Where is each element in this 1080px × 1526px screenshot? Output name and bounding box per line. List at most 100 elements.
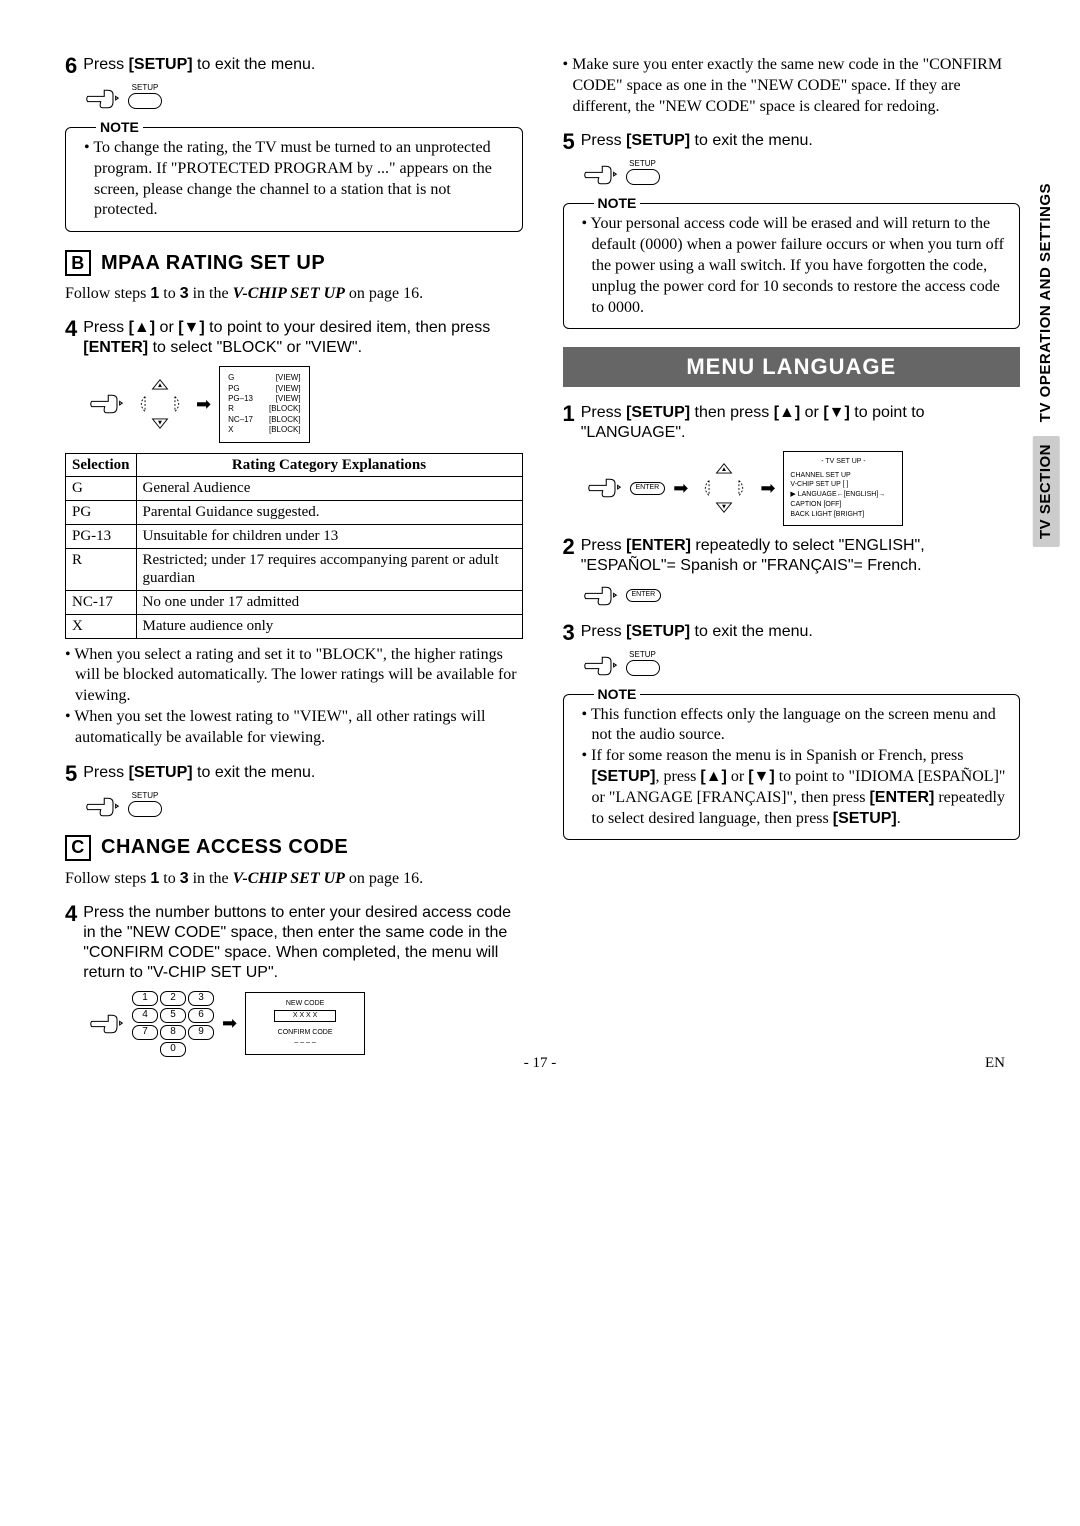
osd-line: CAPTION [OFF]: [790, 500, 896, 510]
note-label: NOTE: [594, 686, 641, 704]
hand-icon: [583, 161, 618, 189]
hand-icon: [587, 474, 622, 502]
t: to exit the menu.: [690, 623, 813, 640]
t: or: [155, 319, 178, 336]
key-6: 6: [188, 1008, 214, 1023]
step-text: Press the number buttons to enter your d…: [83, 903, 522, 983]
step-text: Press [SETUP] to exit the menu.: [581, 622, 813, 644]
bold: V-CHIP SET UP: [233, 870, 345, 887]
cell-explanation: General Audience: [136, 477, 522, 501]
osd-row: X[BLOCK]: [228, 425, 300, 435]
t: Press: [581, 404, 626, 421]
note-label: NOTE: [594, 195, 641, 213]
bullet-item: When you select a rating and set it to "…: [65, 645, 523, 707]
enter-key: [ENTER]: [83, 339, 148, 356]
step-number: 4: [65, 318, 77, 358]
t: Press: [581, 623, 626, 640]
cell-selection: NC-17: [66, 591, 137, 615]
cell-explanation: Restricted; under 17 requires accompanyi…: [136, 548, 522, 591]
t: to exit the menu.: [690, 132, 813, 149]
hand-icon: [85, 85, 120, 113]
button-outline: [128, 93, 162, 109]
arrow-right-icon: ➡: [196, 393, 211, 416]
t: Press: [581, 537, 626, 554]
t: Press: [83, 56, 128, 73]
cell-selection: R: [66, 548, 137, 591]
key-5: 5: [160, 1008, 186, 1023]
t: to: [159, 870, 179, 887]
setup-button-diagram-4: SETUP: [583, 650, 1021, 682]
hand-icon: [89, 390, 124, 418]
key-4: 4: [132, 1008, 158, 1023]
setup-key: [SETUP]: [592, 768, 656, 785]
enter-key: [ENTER]: [626, 537, 691, 554]
enter-button-graphic: ENTER: [630, 482, 666, 495]
step-text: Press [SETUP] to exit the menu.: [581, 131, 813, 153]
osd-row: NC–17[BLOCK]: [228, 415, 300, 425]
setup-button-graphic: SETUP: [626, 159, 660, 191]
page-lang: EN: [985, 1054, 1005, 1073]
t: or: [800, 404, 823, 421]
svg-text:▲: ▲: [721, 466, 727, 473]
t: Follow steps: [65, 285, 150, 302]
arrow-right-icon: ➡: [760, 477, 775, 500]
label: SETUP: [626, 159, 660, 169]
section-title: MPAA RATING SET UP: [101, 251, 325, 276]
right-column: Make sure you enter exactly the same new…: [563, 55, 1021, 1067]
footer: - 17 - EN: [0, 1054, 1080, 1073]
tv-setup-osd: - TV SET UP - CHANNEL SET UPV-CHIP SET U…: [783, 451, 903, 526]
keypad: 123456789 0: [132, 991, 214, 1057]
dpad-icon: ▲▼: [696, 460, 752, 516]
n: 3: [180, 285, 189, 302]
button-outline: [626, 660, 660, 676]
th-selection: Selection: [66, 453, 137, 477]
osd-row: PG[VIEW]: [228, 384, 300, 394]
cell-selection: X: [66, 614, 137, 638]
table-row: RRestricted; under 17 requires accompany…: [66, 548, 523, 591]
osd-title: - TV SET UP -: [790, 457, 896, 467]
follow-steps-b: Follow steps 1 to 3 in the V-CHIP SET UP…: [65, 284, 523, 304]
cell-selection: PG: [66, 501, 137, 525]
new-code-value: X X X X: [274, 1010, 336, 1021]
t: to point to your desired item, then pres…: [205, 319, 490, 336]
enter-key: [ENTER]: [869, 789, 934, 806]
step-text: Press [▲] or [▼] to point to your desire…: [83, 318, 522, 358]
side-tabs: TV OPERATION AND SETTINGS TV SECTION: [1033, 175, 1060, 547]
t: to select "BLOCK" or "VIEW".: [148, 339, 362, 356]
n: 1: [150, 870, 159, 887]
step-text: Press [SETUP] to exit the menu.: [83, 55, 315, 77]
section-letter: B: [65, 250, 91, 276]
svg-text:▼: ▼: [157, 420, 163, 427]
osd-line: ▶ LANGUAGE←[ENGLISH]→: [790, 490, 896, 500]
table-row: PGParental Guidance suggested.: [66, 501, 523, 525]
n: 1: [150, 285, 159, 302]
setup-key: [SETUP]: [626, 404, 690, 421]
confirm-code-value: – – – –: [274, 1038, 336, 1047]
step-text: Press [SETUP] to exit the menu.: [83, 763, 315, 785]
t: or: [727, 768, 748, 785]
key-2: 2: [160, 991, 186, 1006]
t: to exit the menu.: [193, 56, 316, 73]
code-entry-diagram: 123456789 0 ➡ NEW CODE X X X X CONFIRM C…: [89, 991, 523, 1057]
step-text: Press [SETUP] then press [▲] or [▼] to p…: [581, 403, 1020, 443]
step-number: 2: [563, 536, 575, 576]
left-column: 6 Press [SETUP] to exit the menu. SETUP …: [65, 55, 523, 1067]
t: Press: [83, 764, 128, 781]
t: Press: [581, 132, 626, 149]
setup-key: [SETUP]: [129, 764, 193, 781]
table-row: NC-17No one under 17 admitted: [66, 591, 523, 615]
note-text-1: This function effects only the language …: [582, 705, 1008, 747]
n: 3: [180, 870, 189, 887]
osd-row: PG–13[VIEW]: [228, 394, 300, 404]
step-number: 1: [563, 403, 575, 443]
page-number: - 17 -: [524, 1055, 557, 1071]
down-arrow-key: [▼]: [748, 768, 775, 785]
step-4-c: 4 Press the number buttons to enter your…: [65, 903, 523, 983]
setup-key: [SETUP]: [626, 623, 690, 640]
table-row: XMature audience only: [66, 614, 523, 638]
osd-line: CHANNEL SET UP: [790, 471, 896, 481]
setup-button-diagram: SETUP: [85, 83, 523, 115]
svg-text:▲: ▲: [157, 383, 163, 390]
side-tab-operation: TV OPERATION AND SETTINGS: [1035, 175, 1058, 430]
enter-button-diagram: ENTER: [583, 582, 1021, 610]
